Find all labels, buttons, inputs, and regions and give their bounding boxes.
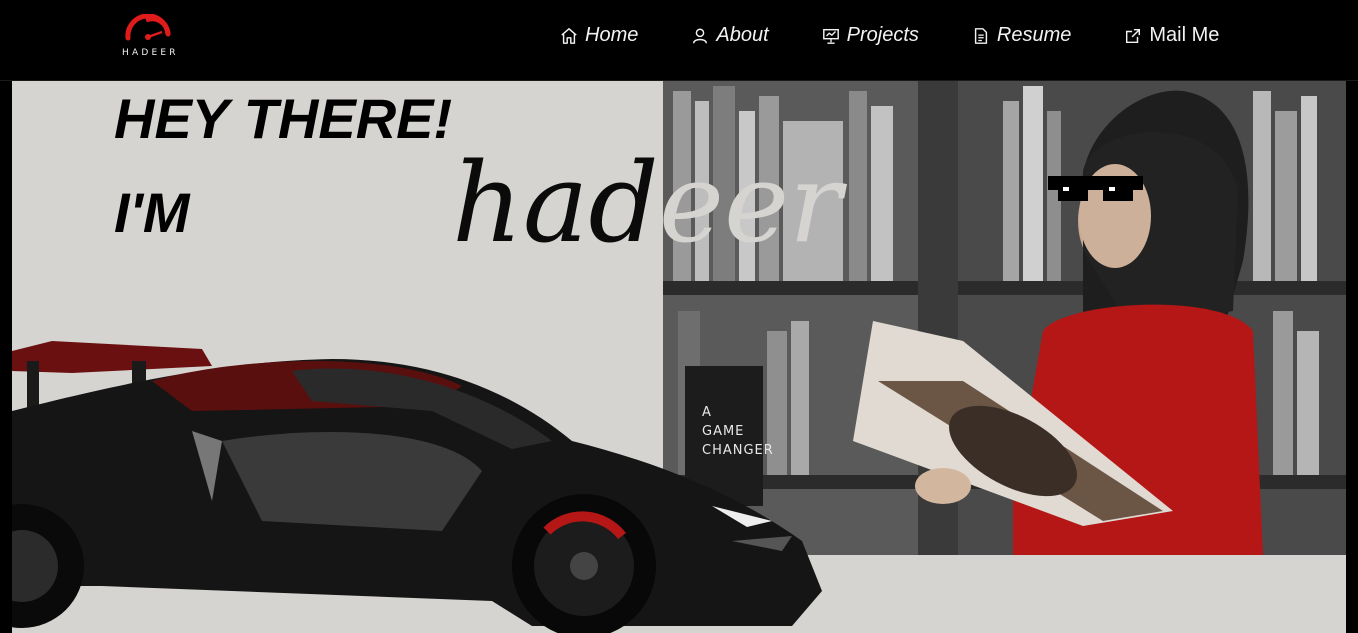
nav-projects[interactable]: Projects xyxy=(822,24,919,47)
sports-car-illustration xyxy=(12,341,822,633)
nav-mail-me[interactable]: Mail Me xyxy=(1124,24,1219,47)
nav-home[interactable]: Home xyxy=(560,24,638,47)
external-link-icon xyxy=(1124,27,1142,45)
hero-section: A GAME CHANGER HEY THERE! I'M hadeer xyxy=(12,81,1346,633)
nav-about[interactable]: About xyxy=(691,24,769,47)
presentation-icon xyxy=(822,27,840,45)
logo[interactable]: HADEER xyxy=(118,13,184,64)
nav-about-label: About xyxy=(716,24,769,46)
hero-name-light: eer xyxy=(658,139,842,267)
nav-mail-me-label: Mail Me xyxy=(1149,24,1220,46)
nav-resume[interactable]: Resume xyxy=(972,24,1071,47)
user-icon xyxy=(691,27,709,45)
nav-projects-label: Projects xyxy=(846,24,919,46)
nav-resume-label: Resume xyxy=(996,24,1072,46)
home-icon xyxy=(560,27,578,45)
hero-greeting: HEY THERE! xyxy=(114,87,453,150)
nav-home-label: Home xyxy=(585,24,639,46)
hero-name-dark: had xyxy=(452,139,659,267)
navbar: HADEER Home About Projects Resume Mail M… xyxy=(0,0,1358,81)
nav-menu: Home About Projects Resume Mail Me xyxy=(560,24,1219,47)
hero-intro: I'M xyxy=(114,181,190,244)
hero-name: hadeer xyxy=(452,121,842,286)
logo-icon xyxy=(125,13,171,41)
document-icon xyxy=(972,27,990,45)
logo-text: HADEER xyxy=(122,48,179,58)
